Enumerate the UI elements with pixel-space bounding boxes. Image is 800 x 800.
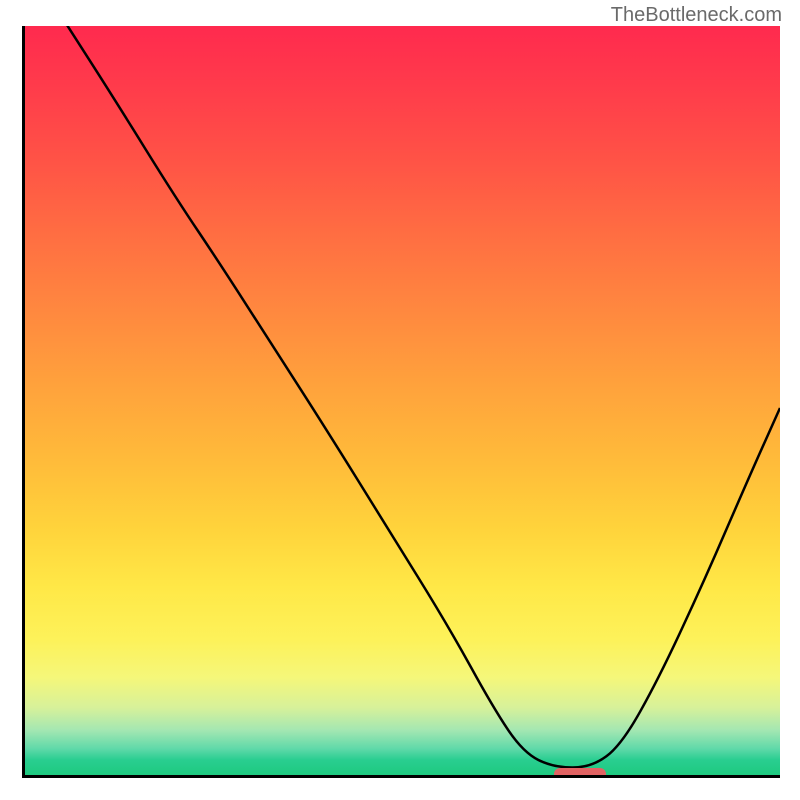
optimum-range-marker — [554, 768, 607, 778]
watermark-text: TheBottleneck.com — [611, 4, 782, 27]
bottleneck-curve — [25, 26, 780, 775]
plot-area — [22, 26, 780, 778]
chart-container: TheBottleneck.com — [0, 0, 800, 800]
